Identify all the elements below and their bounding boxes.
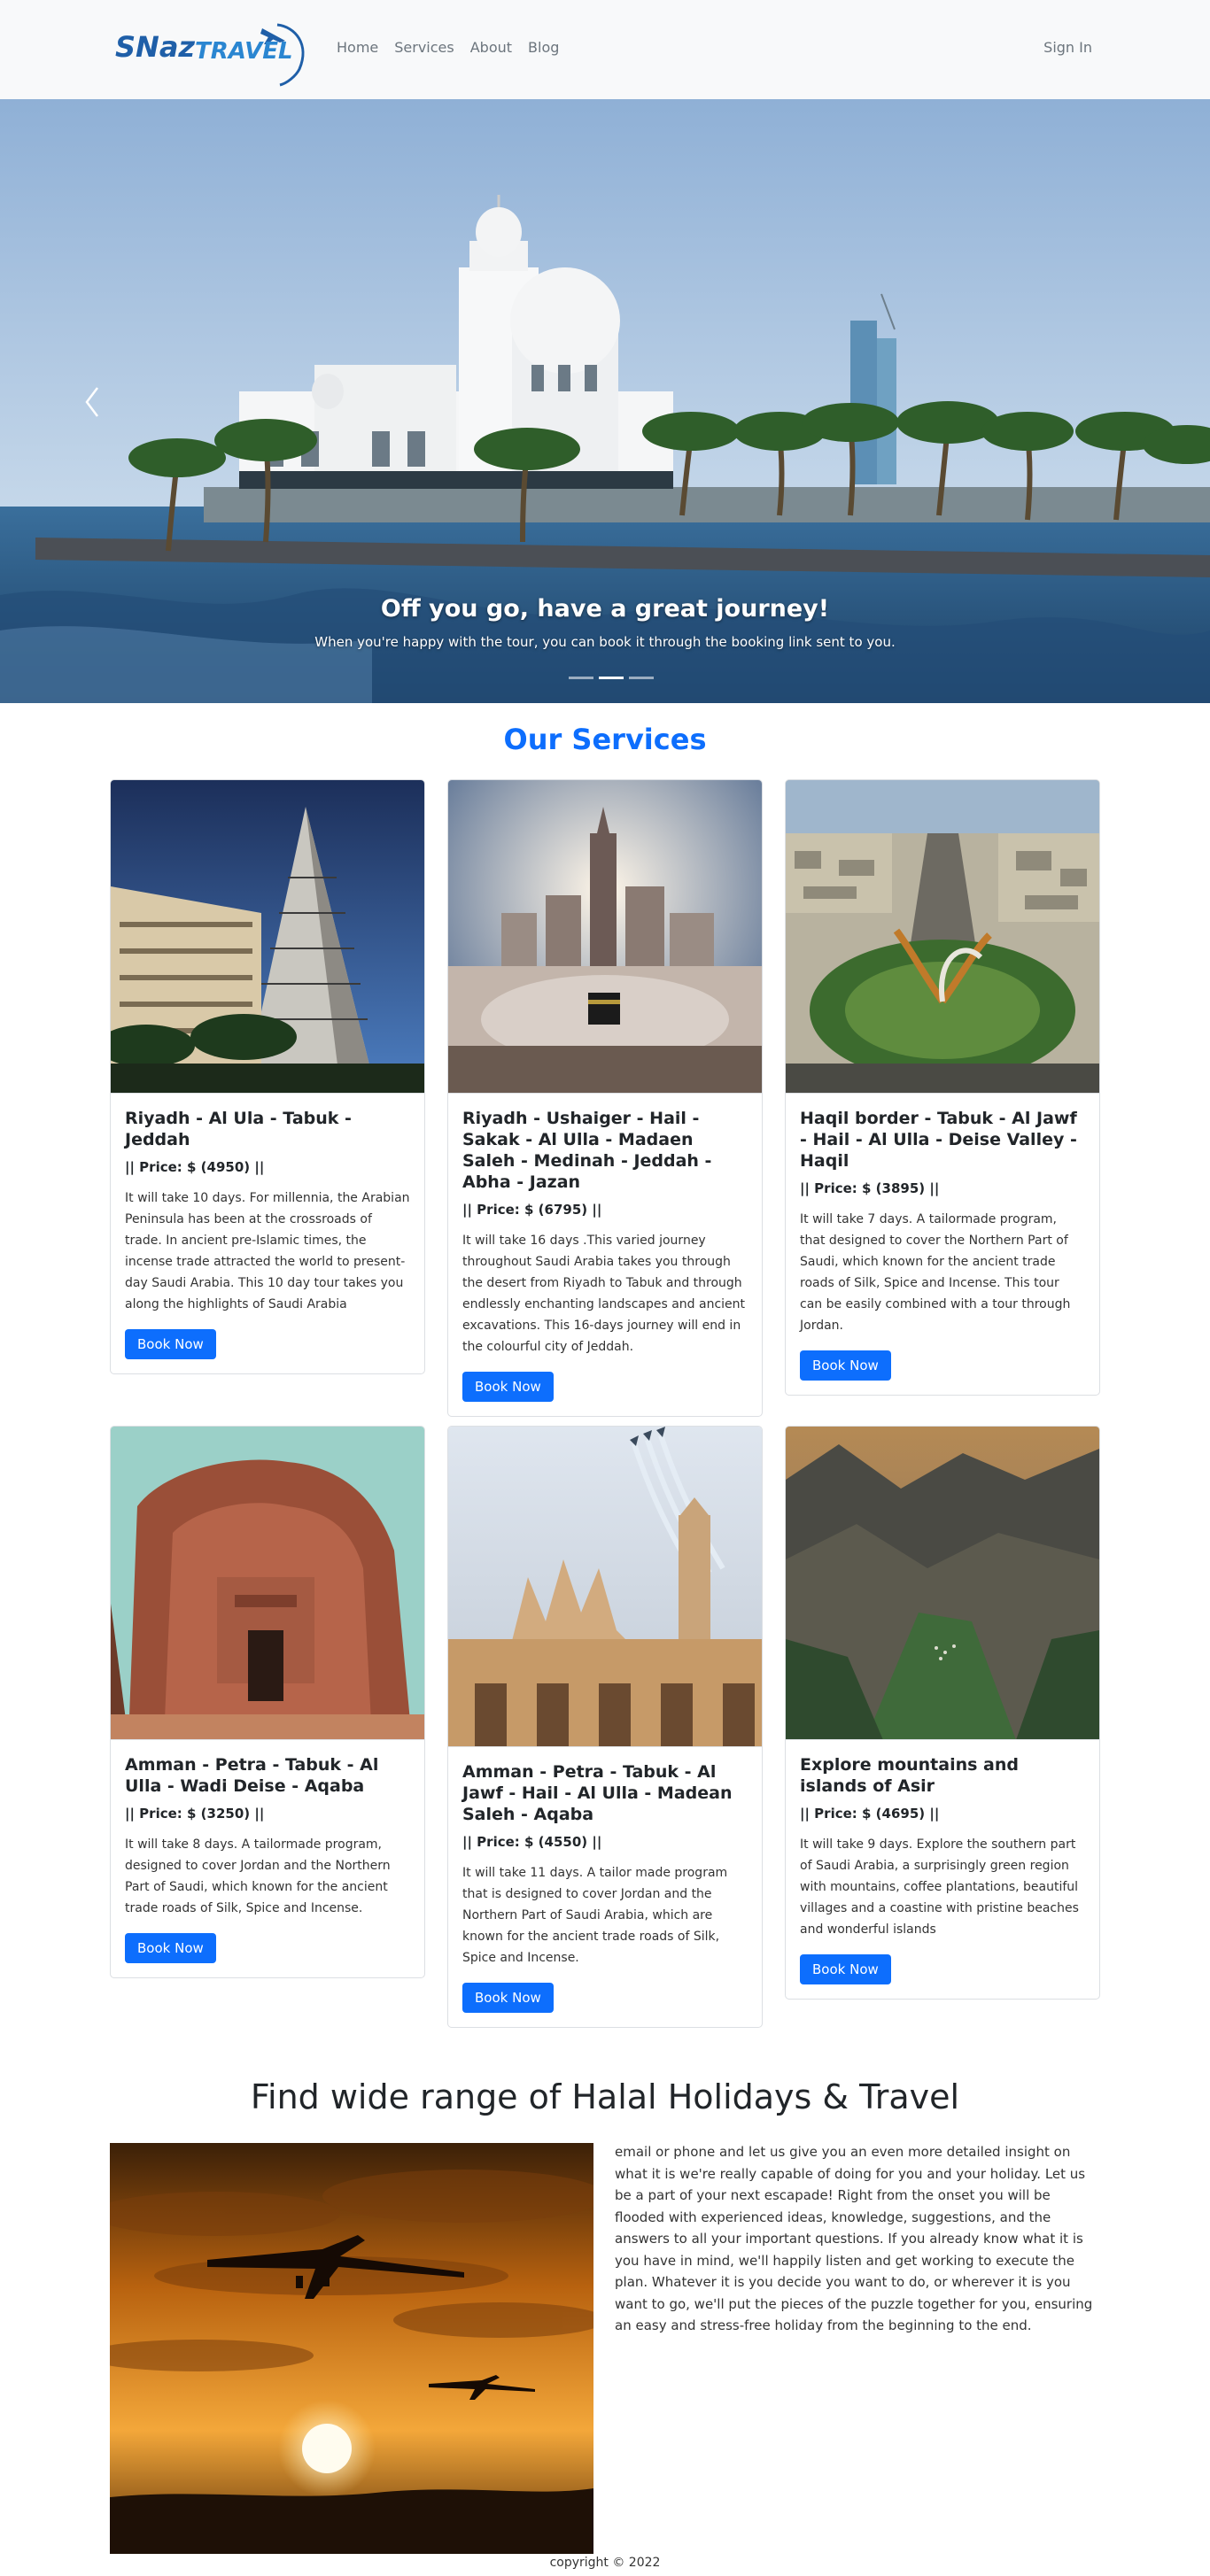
service-card-title: Amman - Petra - Tabuk - Al Ulla - Wadi D… [125,1755,379,1796]
nav-home-link[interactable]: Home [337,39,378,56]
book-now-button[interactable]: Book Now [462,1983,554,2013]
navbar: SNaz TRAVEL Home Services About Blog Sig… [0,0,1210,99]
service-card: Amman - Petra - Tabuk - Al Jawf - Hail -… [447,1426,763,2028]
brand-logo[interactable]: SNaz TRAVEL [113,18,314,87]
footer-copyright: copyright © 2022 [549,2556,661,2570]
service-card-description: It will take 7 days. A tailormade progra… [800,1212,1071,1333]
halal-image [110,2143,593,2554]
service-card-price: || Price: $ (4695) || [800,1806,940,1822]
book-now-button[interactable]: Book Now [125,1329,216,1359]
brand-name-part1: SNaz [115,30,195,64]
service-card-title: Explore mountains and islands of Asir [800,1755,1019,1796]
service-card-title: Riyadh - Ushaiger - Hail - Sakak - Al Ul… [462,1109,712,1192]
service-card-title: Amman - Petra - Tabuk - Al Jawf - Hail -… [462,1762,733,1824]
service-card-title: Haqil border - Tabuk - Al Jawf - Hail - … [800,1109,1077,1171]
service-card: Riyadh - Al Ula - Tabuk - Jeddah || Pric… [110,779,425,1374]
service-card: Riyadh - Ushaiger - Hail - Sakak - Al Ul… [447,779,763,1417]
service-card-description: It will take 16 days .This varied journe… [462,1234,746,1354]
service-card-price: || Price: $ (4950) || [125,1159,265,1175]
service-card-price: || Price: $ (4550) || [462,1834,602,1850]
nav-services-link[interactable]: Services [394,39,454,56]
brand-logo-graphic: SNaz TRAVEL [115,23,305,87]
service-card-description: It will take 11 days. A tailor made prog… [462,1866,728,1965]
service-card-price: || Price: $ (3895) || [800,1180,940,1196]
service-card-description: It will take 10 days. For millennia, the… [125,1191,410,1311]
book-now-button[interactable]: Book Now [125,1933,216,1963]
carousel-prev-icon[interactable] [81,383,103,422]
hero-carousel: Off you go, have a great journey! When y… [0,99,1210,703]
signin-link[interactable]: Sign In [1043,39,1092,56]
service-card-description: It will take 9 days. Explore the souther… [800,1837,1079,1937]
service-card: Amman - Petra - Tabuk - Al Ulla - Wadi D… [110,1426,425,1978]
service-card-image [111,1427,424,1740]
service-card-image [786,1427,1099,1740]
brand-name-part2: TRAVEL [195,38,293,65]
halal-text: email or phone and let us give you an ev… [615,2144,1093,2333]
service-card: Explore mountains and islands of Asir ||… [785,1426,1100,2000]
hero-title: Off you go, have a great journey! [380,595,830,623]
service-card-image [786,780,1099,1094]
service-card-description: It will take 8 days. A tailormade progra… [125,1837,391,1915]
services-title: Our Services [503,723,707,756]
service-card-price: || Price: $ (6795) || [462,1202,602,1218]
nav-blog-link[interactable]: Blog [528,39,559,56]
halal-title: Find wide range of Halal Holidays & Trav… [250,2077,960,2116]
service-card-price: || Price: $ (3250) || [125,1806,265,1822]
carousel-indicator-2[interactable] [599,677,624,679]
nav-about-link[interactable]: About [470,39,512,56]
book-now-button[interactable]: Book Now [800,1350,891,1381]
service-card-title: Riyadh - Al Ula - Tabuk - Jeddah [125,1109,352,1149]
service-card-image [111,780,424,1094]
nav-links: Home Services About Blog [337,39,559,56]
carousel-indicators [569,677,654,679]
carousel-indicator-1[interactable] [569,677,593,679]
service-card-image [448,780,762,1094]
service-card: Haqil border - Tabuk - Al Jawf - Hail - … [785,779,1100,1396]
book-now-button[interactable]: Book Now [800,1954,891,1984]
carousel-indicator-3[interactable] [629,677,654,679]
hero-text: When you're happy with the tour, you can… [314,634,896,650]
service-card-image [448,1427,762,1747]
book-now-button[interactable]: Book Now [462,1372,554,1402]
